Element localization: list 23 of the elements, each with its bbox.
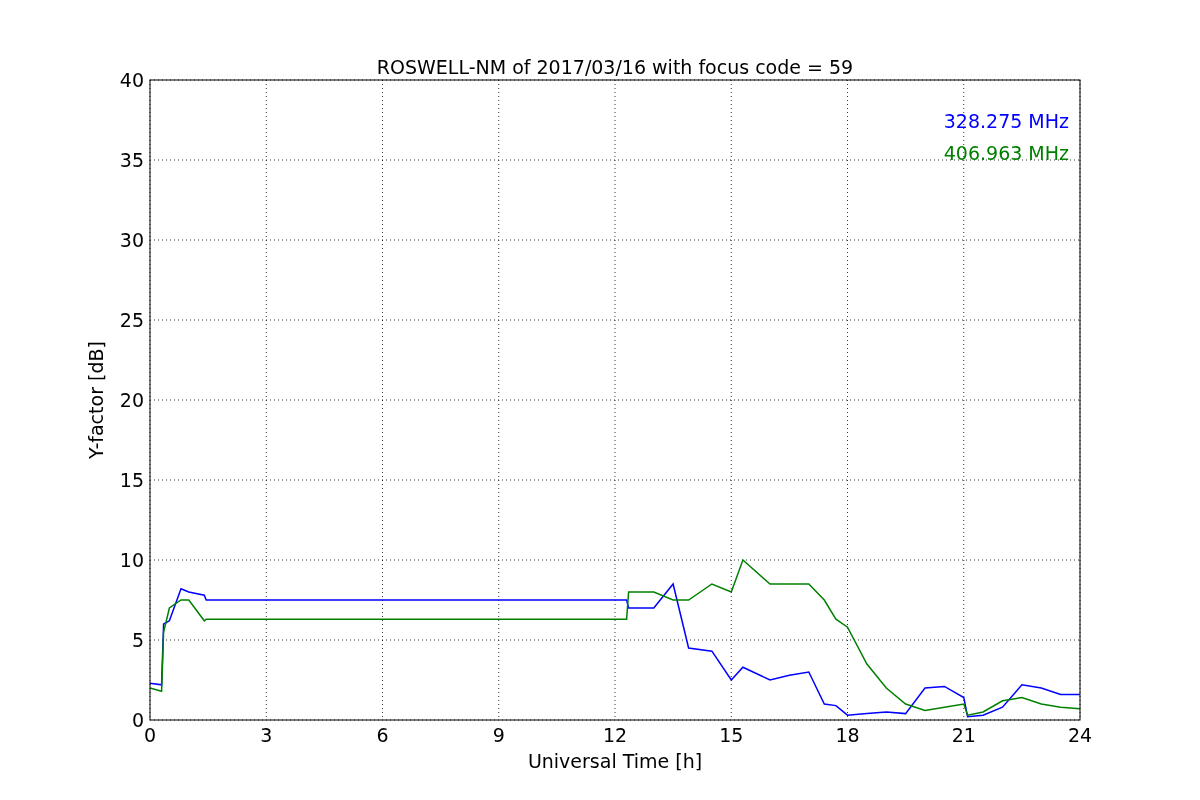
tick-label: 0 [131,709,144,731]
tick-label: 0 [143,724,157,746]
tick-label: 24 [1067,724,1093,746]
tick-label: 18 [835,724,860,746]
tick-label: 9 [492,724,505,746]
legend-label: 328.275 MHz [943,110,1069,132]
tick-label: 3 [260,724,273,746]
legend-label: 406.963 MHz [943,142,1069,164]
tick-label: 6 [376,724,389,746]
tick-label: 20 [119,389,144,411]
tick-label: 30 [119,229,144,251]
tick-label: 10 [119,549,144,571]
tick-label: 5 [131,629,144,651]
tick-label: 40 [119,69,144,91]
tick-label: 25 [119,309,144,331]
tick-label: 12 [602,724,628,746]
chart-title: ROSWELL-NM of 2017/03/16 with focus code = 59 [376,56,854,78]
tick-label: 35 [119,149,144,171]
tick-label: 15 [119,469,144,491]
axis-label: Y-factor [dB] [85,341,107,459]
tick-label: 15 [719,724,744,746]
tick-label: 21 [951,724,976,746]
axis-label: Universal Time [h] [527,750,703,772]
